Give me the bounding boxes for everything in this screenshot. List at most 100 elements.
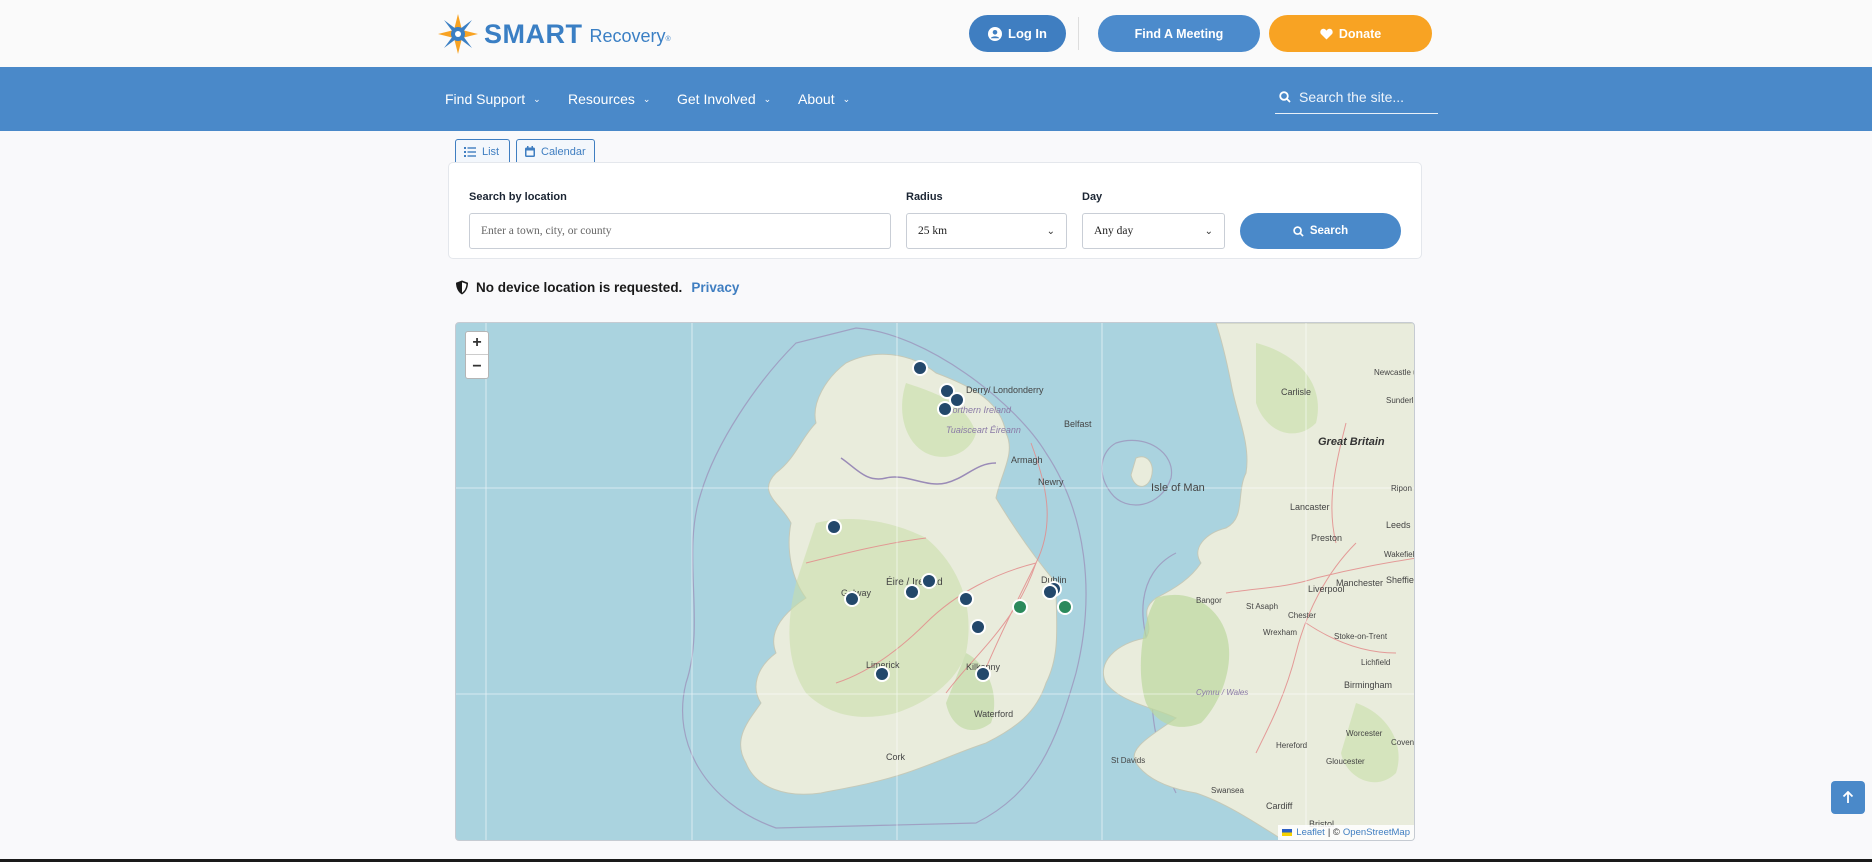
- shield-icon: [456, 280, 468, 295]
- ukraine-flag-icon: [1282, 829, 1293, 836]
- day-select[interactable]: Any day ⌄: [1082, 213, 1225, 249]
- meeting-search-panel: Search by location Radius 25 km ⌄ Day An…: [448, 162, 1422, 259]
- nav-get-involved[interactable]: Get Involved ⌄: [677, 67, 771, 131]
- chevron-down-icon: ⌄: [642, 94, 651, 104]
- day-value: Any day: [1094, 225, 1134, 237]
- meeting-marker[interactable]: [844, 591, 860, 607]
- radius-select[interactable]: 25 km ⌄: [906, 213, 1067, 249]
- site-header: SMART Recovery ® Log In Find A Meeting D…: [0, 0, 1872, 67]
- calendar-icon: [525, 146, 535, 157]
- map-label: Hereford: [1276, 741, 1307, 750]
- map-label: Wrexham: [1263, 628, 1297, 637]
- map-label: Coventry: [1391, 738, 1415, 747]
- meeting-marker[interactable]: [912, 360, 928, 376]
- chevron-down-icon: ⌄: [533, 94, 541, 104]
- meeting-marker[interactable]: [904, 584, 920, 600]
- login-label: Log In: [1008, 26, 1047, 41]
- meeting-marker[interactable]: [975, 666, 991, 682]
- map-label: Swansea: [1211, 786, 1244, 795]
- map-label: Birmingham: [1344, 680, 1392, 690]
- privacy-link[interactable]: Privacy: [691, 280, 739, 295]
- map-label: St Davids: [1111, 756, 1145, 765]
- meeting-marker[interactable]: [826, 519, 842, 535]
- chevron-down-icon: ⌄: [1204, 225, 1213, 237]
- map-label: Carlisle: [1281, 387, 1311, 397]
- attribution-separator: | ©: [1327, 827, 1340, 838]
- osm-link[interactable]: OpenStreetMap: [1343, 827, 1410, 838]
- zoom-in-button[interactable]: +: [466, 332, 488, 355]
- map-label: Newcastle upon Tyne: [1374, 368, 1415, 377]
- map-label: St Asaph: [1246, 602, 1278, 611]
- site-search-input[interactable]: [1299, 88, 1429, 105]
- user-circle-icon: [988, 26, 1002, 41]
- meeting-marker[interactable]: [874, 666, 890, 682]
- tab-calendar[interactable]: Calendar: [516, 139, 595, 163]
- find-meeting-button[interactable]: Find A Meeting: [1098, 15, 1260, 52]
- meeting-marker[interactable]: [1012, 599, 1028, 615]
- nav-label: About: [798, 91, 835, 107]
- nav-about[interactable]: About ⌄: [798, 67, 850, 131]
- registered-mark: ®: [665, 35, 671, 43]
- map-label: Derry/ Londonderry: [966, 385, 1044, 395]
- nav-resources[interactable]: Resources ⌄: [568, 67, 650, 131]
- meeting-marker[interactable]: [937, 401, 953, 417]
- chevron-down-icon: ⌄: [1046, 225, 1055, 237]
- nav-label: Resources: [568, 91, 635, 107]
- tab-list[interactable]: List: [455, 139, 510, 163]
- map-label: Gloucester: [1326, 757, 1365, 766]
- map-label: Newry: [1038, 477, 1064, 487]
- find-meeting-label: Find A Meeting: [1134, 26, 1224, 41]
- leaflet-link[interactable]: Leaflet: [1296, 827, 1325, 838]
- map-attribution: Leaflet | © OpenStreetMap: [1278, 825, 1414, 840]
- map-label: Ripon: [1391, 484, 1412, 493]
- nav-label: Find Support: [445, 91, 526, 107]
- map-label: Worcester: [1346, 729, 1383, 738]
- meeting-marker[interactable]: [970, 619, 986, 635]
- map-label: Isle of Man: [1151, 482, 1205, 494]
- list-icon: [464, 146, 476, 157]
- login-button[interactable]: Log In: [969, 15, 1066, 52]
- header-divider: [1078, 17, 1079, 50]
- back-to-top-button[interactable]: [1831, 781, 1865, 814]
- map-label: Lichfield: [1361, 658, 1390, 667]
- meetings-map[interactable]: Derry/ Londonderry Northern Ireland Tuai…: [455, 322, 1415, 841]
- location-label: Search by location: [469, 191, 567, 203]
- privacy-note: No device location is requested. Privacy: [455, 280, 739, 295]
- zoom-out-button[interactable]: −: [466, 355, 488, 378]
- nav-label: Get Involved: [677, 91, 756, 107]
- meeting-marker[interactable]: [949, 392, 965, 408]
- donate-label: Donate: [1338, 26, 1382, 41]
- brand-name: SMART: [484, 18, 583, 49]
- meeting-marker[interactable]: [1057, 599, 1073, 615]
- heart-icon: [1320, 28, 1333, 39]
- location-field: [469, 213, 891, 249]
- radius-label: Radius: [906, 191, 943, 203]
- search-button[interactable]: Search: [1240, 213, 1401, 249]
- nav-find-support[interactable]: Find Support ⌄: [445, 67, 541, 131]
- search-icon: [1279, 90, 1291, 103]
- chevron-down-icon: ⌄: [842, 94, 851, 104]
- map-label: Preston: [1311, 533, 1342, 543]
- map-label: Great Britain: [1318, 436, 1385, 448]
- tab-list-label: List: [482, 145, 500, 158]
- site-search: [1275, 80, 1438, 114]
- privacy-text: No device location is requested.: [476, 280, 683, 295]
- meeting-marker[interactable]: [958, 591, 974, 607]
- map-label: Armagh: [1011, 455, 1043, 465]
- site-logo[interactable]: SMART Recovery ®: [438, 14, 671, 54]
- map-label: Belfast: [1064, 419, 1092, 429]
- brand-suffix: Recovery: [589, 26, 666, 46]
- donate-button[interactable]: Donate: [1269, 15, 1432, 52]
- zoom-control: + −: [465, 331, 489, 379]
- map-label: Sunderland: [1386, 396, 1415, 405]
- location-input[interactable]: [481, 225, 879, 237]
- map-label: Bangor: [1196, 596, 1222, 605]
- map-label: Manchester: [1336, 578, 1383, 588]
- day-label: Day: [1082, 191, 1103, 203]
- meeting-marker[interactable]: [1042, 584, 1058, 600]
- meeting-marker[interactable]: [921, 573, 937, 589]
- search-label: Search: [1309, 225, 1349, 237]
- map-label: Waterford: [974, 709, 1013, 719]
- radius-value: 25 km: [918, 225, 948, 237]
- map-label: Cymru / Wales: [1196, 688, 1248, 697]
